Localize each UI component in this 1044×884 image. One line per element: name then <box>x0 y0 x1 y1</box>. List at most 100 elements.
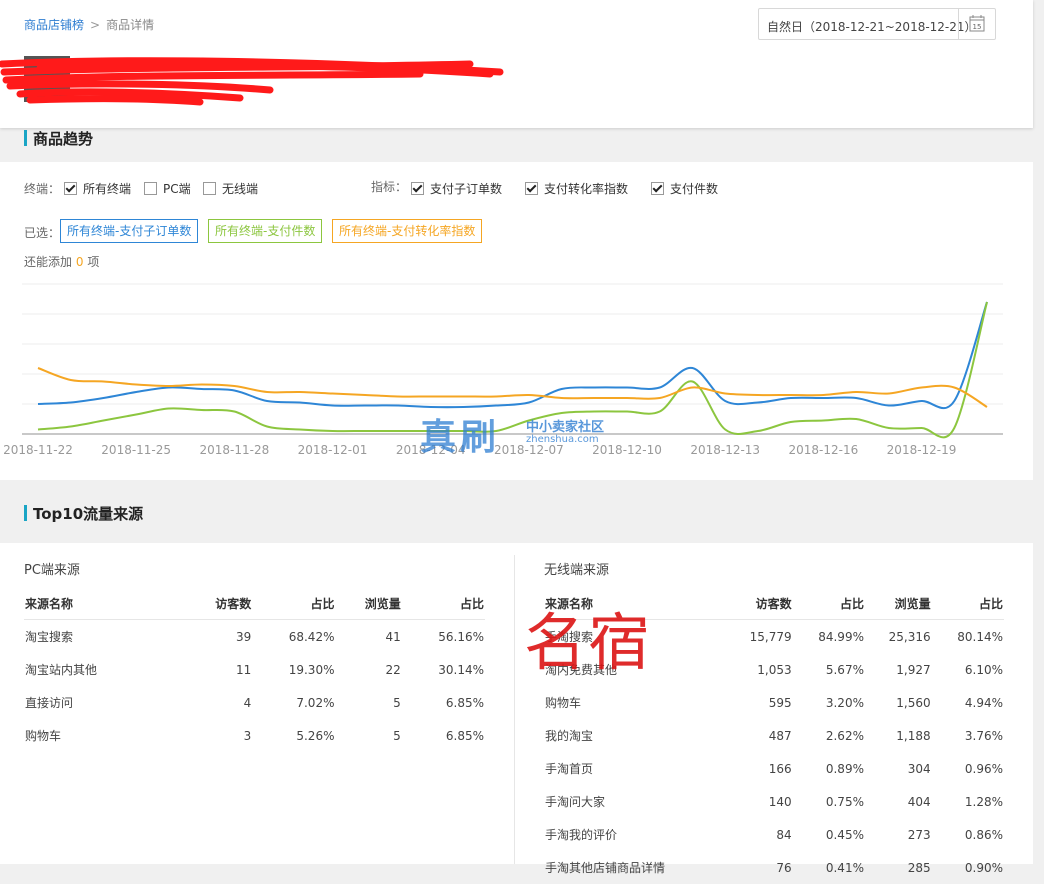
metric-option-sub-orders[interactable]: 支付子订单数 <box>411 180 502 197</box>
value-cell: 1.28% <box>964 794 1003 809</box>
calendar-icon[interactable]: 15 <box>958 9 995 39</box>
calendar-icon-text: 15 <box>973 23 982 31</box>
x-tick-label: 2018-12-13 <box>690 443 760 457</box>
title-accent-bar <box>24 505 27 521</box>
checkbox-pc[interactable] <box>144 182 157 195</box>
value-cell: 595 <box>768 695 792 710</box>
checkbox-all-terminals[interactable] <box>64 182 77 195</box>
checkbox-sub-orders[interactable] <box>411 182 424 195</box>
watermark-brand-url: zhenshua.com <box>526 434 599 445</box>
value-cell: 1,053 <box>757 662 792 677</box>
column-divider <box>514 555 515 864</box>
col-header: 来源名称 <box>24 587 186 620</box>
checkbox-conversion[interactable] <box>525 182 538 195</box>
value-cell: 0.96% <box>964 761 1003 776</box>
table-row[interactable]: 购物车 595 3.20% 1,560 4.94% <box>544 686 1004 719</box>
watermark-brand: 真刷 <box>420 416 501 458</box>
mobile-sources-title: 无线端来源 <box>544 563 610 578</box>
pc-sources-title: PC端来源 <box>24 563 80 578</box>
value-cell: 140 <box>768 794 792 809</box>
value-cell: 11 <box>235 662 252 677</box>
value-cell: 2.62% <box>825 728 864 743</box>
title-accent-bar <box>24 130 27 146</box>
selected-tag-items[interactable]: 所有终端-支付件数 <box>208 219 323 243</box>
value-cell: 1,927 <box>896 662 931 677</box>
value-cell: 6.85% <box>445 728 484 743</box>
col-header: 占比 <box>931 587 1004 620</box>
value-cell: 0.89% <box>825 761 864 776</box>
metric-option-items[interactable]: 支付件数 <box>651 180 718 197</box>
value-cell: 84.99% <box>818 629 864 644</box>
x-tick-label: 2018-12-01 <box>298 443 368 457</box>
watermark-brand-sub: 中小卖家社区 <box>526 420 605 435</box>
value-cell: 6.85% <box>445 695 484 710</box>
source-name-cell: 我的淘宝 <box>545 729 594 743</box>
terminal-option-all[interactable]: 所有终端 <box>64 180 131 197</box>
breadcrumb-parent-link[interactable]: 商品店铺榜 <box>24 18 84 32</box>
date-range-picker[interactable]: 自然日（2018-12-21~2018-12-21） 15 <box>758 8 996 40</box>
col-header: 占比 <box>401 587 485 620</box>
x-tick-label: 2018-12-16 <box>789 443 859 457</box>
x-tick-label: 2018-11-25 <box>101 443 171 457</box>
value-cell: 0.75% <box>825 794 864 809</box>
value-cell: 80.14% <box>957 629 1003 644</box>
top10-section-title: Top10流量来源 <box>24 503 143 524</box>
value-cell: 3.20% <box>825 695 864 710</box>
table-row[interactable]: 手淘首页 166 0.89% 304 0.96% <box>544 752 1004 785</box>
table-row[interactable]: 手淘问大家 140 0.75% 404 1.28% <box>544 785 1004 818</box>
can-add-hint: 还能添加 0 项 <box>24 255 100 269</box>
value-cell: 19.30% <box>288 662 335 677</box>
col-header: 占比 <box>252 587 336 620</box>
x-tick-label: 2018-11-22 <box>3 443 73 457</box>
selected-tag-conversion[interactable]: 所有终端-支付转化率指数 <box>332 219 483 243</box>
table-row[interactable]: 手淘我的评价 84 0.45% 273 0.86% <box>544 818 1004 851</box>
x-tick-label: 2018-11-28 <box>199 443 269 457</box>
value-cell: 39 <box>235 629 252 644</box>
value-cell: 4 <box>243 695 252 710</box>
header-panel: 商品店铺榜 > 商品详情 自然日（2018-12-21~2018-12-21） 15 <box>0 0 1033 128</box>
breadcrumb-separator: > <box>90 18 101 32</box>
source-name-cell: 直接访问 <box>25 696 74 710</box>
value-cell: 7.02% <box>296 695 335 710</box>
table-row[interactable]: 直接访问 4 7.02% 5 6.85% <box>24 686 485 719</box>
value-cell: 5.67% <box>825 662 864 677</box>
value-cell: 68.42% <box>288 629 335 644</box>
checkbox-items[interactable] <box>651 182 664 195</box>
source-name-cell: 手淘问大家 <box>545 795 606 809</box>
col-header: 访客数 <box>726 587 793 620</box>
selected-tag-sub-orders[interactable]: 所有终端-支付子订单数 <box>60 219 199 243</box>
table-row[interactable]: 淘宝站内其他 11 19.30% 22 30.14% <box>24 653 485 686</box>
table-row[interactable]: 购物车 3 5.26% 5 6.85% <box>24 719 485 752</box>
value-cell: 30.14% <box>438 662 484 677</box>
value-cell: 273 <box>907 827 931 842</box>
trend-section-title: 商品趋势 <box>24 128 93 148</box>
terminal-option-mobile[interactable]: 无线端 <box>203 180 258 197</box>
value-cell: 5 <box>393 695 401 710</box>
value-cell: 5 <box>393 728 401 743</box>
value-cell: 0.45% <box>825 827 864 842</box>
table-row[interactable]: 淘宝搜索 39 68.42% 41 56.16% <box>24 620 485 654</box>
value-cell: 285 <box>907 860 931 875</box>
value-cell: 166 <box>768 761 792 776</box>
redaction-scribble <box>0 56 504 106</box>
value-cell: 304 <box>907 761 931 776</box>
metric-filter-label: 指标： <box>371 180 408 194</box>
source-name-cell: 购物车 <box>25 729 62 743</box>
col-header: 浏览量 <box>335 587 402 620</box>
stamp-watermark: 名宿 <box>524 606 653 679</box>
value-cell: 4.94% <box>964 695 1003 710</box>
value-cell: 84 <box>776 827 792 842</box>
metric-option-conversion[interactable]: 支付转化率指数 <box>525 180 628 197</box>
value-cell: 404 <box>907 794 931 809</box>
source-name-cell: 手淘我的评价 <box>545 828 618 842</box>
value-cell: 1,560 <box>896 695 931 710</box>
x-tick-label: 2018-12-19 <box>887 443 957 457</box>
value-cell: 25,316 <box>888 629 931 644</box>
table-row[interactable]: 我的淘宝 487 2.62% 1,188 3.76% <box>544 719 1004 752</box>
value-cell: 3 <box>243 728 252 743</box>
table-row[interactable]: 手淘其他店铺商品详情 76 0.41% 285 0.90% <box>544 851 1004 884</box>
value-cell: 76 <box>776 860 792 875</box>
value-cell: 56.16% <box>438 629 484 644</box>
terminal-option-pc[interactable]: PC端 <box>144 180 191 197</box>
checkbox-mobile[interactable] <box>203 182 216 195</box>
